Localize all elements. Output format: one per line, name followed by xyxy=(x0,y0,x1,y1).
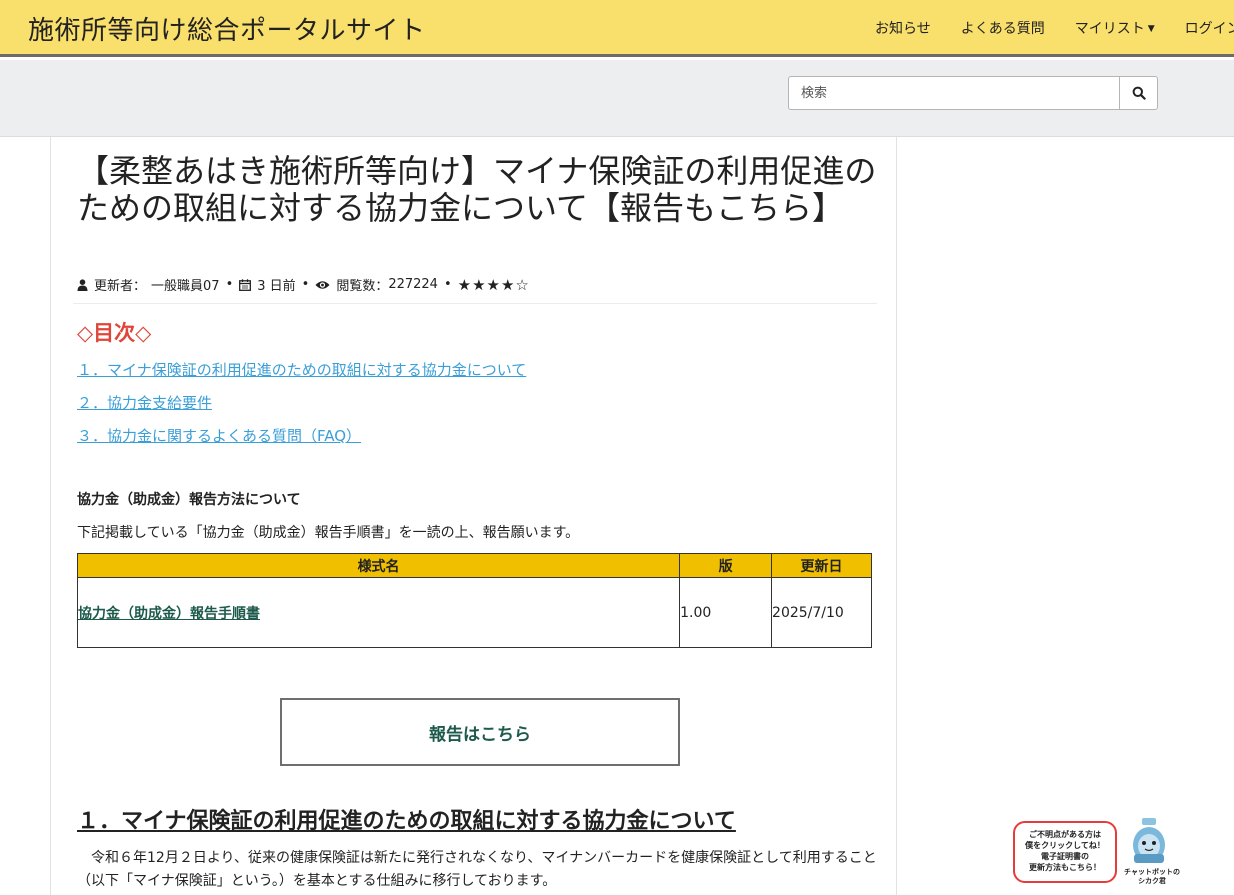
toc-link-2[interactable]: ２．協力金支給要件 xyxy=(77,392,212,413)
manual-download-link[interactable]: 協力金（助成金）報告手順書 xyxy=(78,606,260,622)
user-icon xyxy=(77,278,88,291)
cell-form-name: 協力金（助成金）報告手順書 xyxy=(76,577,681,648)
author-name: 一般職員07 xyxy=(151,279,220,294)
chatbot-caption: チャットボットの シカク君 xyxy=(1124,868,1180,885)
views-label: 閲覧数： xyxy=(336,279,389,294)
search-band xyxy=(0,60,1234,137)
section-1-heading: １．マイナ保険証の利用促進のための取組に対する協力金について xyxy=(77,809,736,834)
caret-down-icon: ▼ xyxy=(1147,24,1155,34)
toc-link-3[interactable]: ３．協力金に関するよくある質問（FAQ） xyxy=(77,425,361,446)
nav-faq[interactable]: よくある質問 xyxy=(961,18,1045,38)
toc-link-1[interactable]: １．マイナ保険証の利用促進のための取組に対する協力金について xyxy=(77,359,526,380)
page-title: 【柔整あはき施術所等向け】マイナ保険証の利用促進のための取組に対する協力金につい… xyxy=(77,152,877,227)
updated-date: 3 日前 xyxy=(257,279,296,294)
divider xyxy=(73,303,877,304)
nav-news[interactable]: お知らせ xyxy=(875,18,931,38)
col-header-version: 版 xyxy=(679,553,773,578)
nav-login[interactable]: ログイン xyxy=(1185,18,1234,38)
chatbot-mascot-icon[interactable] xyxy=(1125,818,1175,868)
cell-version: 1.00 xyxy=(679,577,773,648)
views-count: 227224 xyxy=(388,277,438,292)
eye-icon xyxy=(315,280,330,289)
search-input[interactable] xyxy=(788,76,1120,110)
document-table: 様式名 版 更新日 協力金（助成金）報告手順書 1.00 2025/7/10 xyxy=(76,553,872,648)
top-navbar: 施術所等向け総合ポータルサイト お知らせ よくある質問 マイリスト ▼ ログイン xyxy=(0,0,1234,57)
report-button[interactable]: 報告はこちら xyxy=(280,698,680,766)
nav-mylist[interactable]: マイリスト ▼ xyxy=(1075,18,1155,38)
nav-mylist-label: マイリスト xyxy=(1074,21,1145,37)
section-1-text: 令和６年12月２日より、従来の健康保険証は新たに発行されなくなり、マイナンバーカ… xyxy=(77,850,877,889)
report-method-heading: 協力金（助成金）報告方法について xyxy=(77,492,301,508)
star-rating[interactable]: ★★★★☆ xyxy=(458,276,530,294)
col-header-updated: 更新日 xyxy=(771,553,872,578)
cell-updated: 2025/7/10 xyxy=(771,577,872,648)
author-label: 更新者： xyxy=(94,279,147,294)
chatbot-speech-bubble[interactable]: ご不明点がある方は 僕をクリックしてね！ 電子証明書の 更新方法もこちら！ xyxy=(1013,821,1117,883)
search-icon xyxy=(1132,86,1146,100)
article-meta: 更新者： 一般職員07 • 3 日前 • 閲覧数： 227224 • ★★★★☆ xyxy=(77,275,530,294)
chatbot-widget[interactable]: ご不明点がある方は 僕をクリックしてね！ 電子証明書の 更新方法もこちら！ チャ… xyxy=(1013,818,1183,888)
calendar-icon xyxy=(239,278,252,291)
site-title[interactable]: 施術所等向け総合ポータルサイト xyxy=(28,10,426,47)
table-row: 協力金（助成金）報告手順書 1.00 2025/7/10 xyxy=(76,577,872,648)
article-content: 【柔整あはき施術所等向け】マイナ保険証の利用促進のための取組に対する協力金につい… xyxy=(50,137,897,895)
col-header-form-name: 様式名 xyxy=(76,553,681,578)
toc-title: ◇目次◇ xyxy=(77,321,152,345)
search-button[interactable] xyxy=(1119,76,1158,110)
main-nav: お知らせ よくある質問 マイリスト ▼ ログイン xyxy=(875,18,1234,38)
report-method-text: 下記掲載している「協力金（助成金）報告手順書」を一読の上、報告願います。 xyxy=(77,525,580,541)
